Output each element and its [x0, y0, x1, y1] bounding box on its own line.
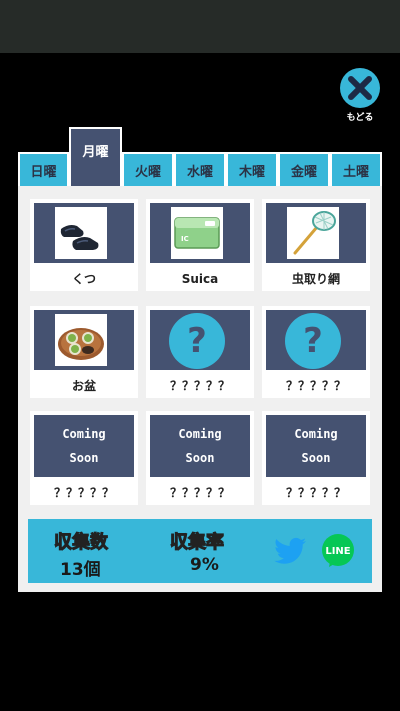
coming-soon-line1: Coming	[294, 427, 338, 441]
item-card-coming-soon[interactable]: Coming Soon ？？？？？	[262, 411, 370, 505]
item-card-coming-soon[interactable]: Coming Soon ？？？？？	[146, 411, 254, 505]
item-card-bug-net[interactable]: 虫取り網	[262, 199, 370, 291]
item-name: ？？？？？	[53, 486, 114, 500]
item-name: 虫取り網	[291, 272, 340, 286]
twitter-icon	[274, 537, 306, 564]
coming-soon-line1: Coming	[62, 427, 106, 441]
collection-count-value: 13個	[60, 560, 101, 580]
question-icon: ?	[169, 313, 225, 369]
coming-soon-line2: Soon	[69, 451, 99, 465]
ic-chip-label: IC	[181, 235, 189, 243]
item-card-unknown[interactable]: ? ？？？？？	[262, 306, 370, 398]
close-icon	[340, 68, 380, 108]
twitter-share-button[interactable]	[273, 537, 307, 567]
coming-soon-label: Coming Soon	[34, 415, 134, 477]
item-name: お盆	[71, 379, 96, 393]
tab-thursday[interactable]: 木曜	[226, 152, 278, 188]
ic-card-icon: IC	[171, 207, 223, 259]
coming-soon-line2: Soon	[185, 451, 215, 465]
item-name: ？？？？？	[169, 486, 230, 500]
status-bar	[0, 0, 400, 53]
item-name: ？？？？？	[285, 379, 346, 393]
line-share-button[interactable]: LINE	[320, 534, 356, 568]
tab-saturday[interactable]: 土曜	[330, 152, 382, 188]
tab-friday[interactable]: 金曜	[278, 152, 330, 188]
item-card-suica[interactable]: IC Suica	[146, 199, 254, 291]
item-thumb: IC	[150, 203, 250, 263]
item-thumb	[34, 310, 134, 370]
tab-wednesday[interactable]: 水曜	[174, 152, 226, 188]
item-card-tray[interactable]: お盆	[30, 306, 138, 398]
coming-soon-label: Coming Soon	[150, 415, 250, 477]
stats-bar: 収集数 13個 収集率 9% LINE	[28, 519, 372, 583]
tea-tray-icon	[55, 314, 107, 366]
item-thumb	[266, 203, 366, 263]
coming-soon-line1: Coming	[178, 427, 222, 441]
bug-net-icon	[287, 207, 339, 259]
tab-sunday[interactable]: 日曜	[18, 152, 69, 188]
item-thumb: Coming Soon	[150, 415, 250, 477]
close-button[interactable]: もどる	[339, 68, 381, 123]
item-card-unknown[interactable]: ? ？？？？？	[146, 306, 254, 398]
close-label: もどる	[346, 113, 374, 123]
coming-soon-line2: Soon	[301, 451, 331, 465]
collection-rate-value: 9%	[190, 555, 219, 575]
item-name: ？？？？？	[169, 379, 230, 393]
item-thumb: Coming Soon	[34, 415, 134, 477]
item-name: くつ	[71, 272, 96, 286]
item-thumb: ?	[150, 310, 250, 370]
tab-monday[interactable]: 月曜	[69, 127, 122, 188]
coming-soon-label: Coming Soon	[266, 415, 366, 477]
item-thumb: ?	[266, 310, 366, 370]
item-card-shoes[interactable]: くつ	[30, 199, 138, 291]
item-name: ？？？？？	[285, 486, 346, 500]
item-thumb: Coming Soon	[266, 415, 366, 477]
item-thumb	[34, 203, 134, 263]
line-label: LINE	[325, 546, 350, 557]
shoes-icon	[55, 207, 107, 259]
item-card-coming-soon[interactable]: Coming Soon ？？？？？	[30, 411, 138, 505]
tab-tuesday[interactable]: 火曜	[122, 152, 174, 188]
collection-count-label: 収集数	[54, 532, 109, 554]
item-name: Suica	[181, 272, 219, 286]
collection-rate-label: 収集率	[170, 532, 225, 554]
line-icon: LINE	[322, 534, 354, 567]
question-icon: ?	[285, 313, 341, 369]
weekday-tabs: 日曜 月曜 火曜 水曜 木曜 金曜 土曜	[18, 127, 382, 188]
